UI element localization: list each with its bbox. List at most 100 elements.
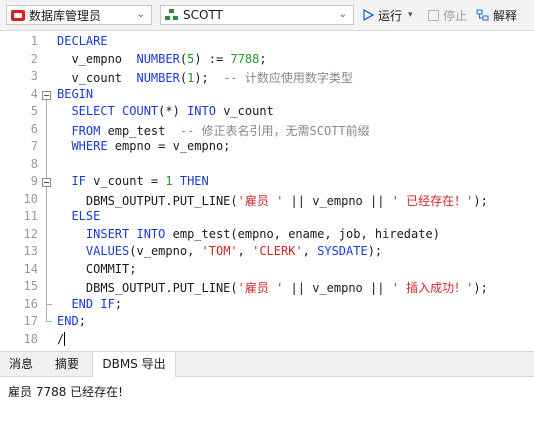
text-cursor [64, 332, 66, 346]
line-number: 13 [23, 244, 38, 258]
code-text: DECLARE [57, 34, 108, 48]
tab-summary[interactable]: 摘要 [46, 352, 88, 377]
fold-collapse-icon[interactable] [42, 178, 51, 187]
code-line[interactable]: 5 SELECT COUNT(*) INTO v_count [0, 104, 534, 121]
code-text: ELSE [57, 209, 100, 223]
schema-select[interactable]: SCOTT ⌄ [160, 5, 354, 25]
code-line[interactable]: 2 v_empno NUMBER(5) := 7788; [0, 52, 534, 69]
string-token: 'CLERK' [252, 244, 303, 258]
connection-label: 数据库管理员 [29, 8, 102, 23]
code-line[interactable]: 3 v_count NUMBER(1); -- 计数应使用数字类型 [0, 69, 534, 86]
code-token: ( [179, 71, 188, 85]
code-token: v_count [57, 71, 137, 85]
explain-icon [476, 9, 489, 21]
keyword-token: WHERE [71, 139, 108, 153]
keyword-token: NUMBER [136, 71, 180, 85]
run-label: 运行 [378, 8, 403, 23]
keyword-token: ELSE [71, 209, 101, 223]
stop-icon [428, 9, 439, 21]
code-text: FROM emp_test -- 修正表名引用，无需SCOTT前缀 [57, 122, 369, 139]
code-line[interactable]: 1 DECLARE [0, 34, 534, 51]
code-token: v_count = [85, 174, 166, 188]
code-line[interactable]: 9 IF v_count = 1 THEN [0, 174, 534, 191]
line-number: 17 [23, 314, 38, 328]
code-text: v_empno NUMBER(5) := 7788; [57, 51, 267, 66]
line-number: 7 [30, 139, 38, 153]
line-number: 3 [30, 69, 38, 83]
code-token: ( [179, 51, 188, 66]
string-token: '雇员 ' [237, 281, 284, 295]
explain-button[interactable]: 解释 [476, 7, 517, 23]
sql-editor[interactable]: 1 DECLARE 2 v_empno NUMBER(5) := 7788; 3 v_… [0, 31, 534, 351]
code-text: IF v_count = 1 THEN [57, 174, 208, 188]
stop-button[interactable]: 停止 [428, 7, 467, 23]
line-number: 1 [30, 34, 38, 48]
line-number: 10 [23, 191, 38, 206]
line-number: 6 [30, 121, 38, 136]
keyword-token: SELECT COUNT [71, 104, 159, 118]
string-token: ' 已经存在！' [391, 193, 474, 208]
code-token: ; [78, 314, 86, 328]
code-text: SELECT COUNT(*) INTO v_count [57, 104, 273, 118]
code-text: DBMS_OUTPUT.PUT_LINE('雇员 ' || v_empno ||… [57, 279, 488, 296]
code-line[interactable]: 8 [0, 157, 534, 174]
code-line[interactable]: 13 VALUES(v_empno, 'TOM', 'CLERK', SYSDA… [0, 244, 534, 261]
keyword-token: IF [71, 174, 86, 188]
tab-dbms-output[interactable]: DBMS 导出 [92, 352, 176, 378]
string-token: ' 插入成功！' [391, 281, 474, 295]
tab-messages[interactable]: 消息 [0, 352, 42, 377]
code-line[interactable]: 15 DBMS_OUTPUT.PUT_LINE('雇员 ' || v_empno… [0, 279, 534, 296]
code-line[interactable]: 18 / [0, 332, 534, 349]
output-text: 雇员 7788 已经存在! [8, 385, 123, 399]
keyword-token: BEGIN [57, 86, 94, 101]
code-line[interactable]: 10 DBMS_OUTPUT.PUT_LINE('雇员 ' || v_empno… [0, 192, 534, 209]
run-dropdown-icon[interactable]: ▾ [408, 10, 413, 20]
fold-end-marker [46, 314, 52, 322]
keyword-token: NUMBER [136, 51, 180, 66]
line-number: 14 [23, 261, 38, 276]
keyword-token: END [57, 314, 79, 328]
code-token: ; [259, 51, 267, 66]
code-line[interactable]: 4 BEGIN [0, 87, 534, 104]
code-token: empno = v_empno; [107, 139, 231, 153]
fold-collapse-icon[interactable] [42, 90, 51, 100]
toolbar: 数据库管理员 ⌄ SCOTT ⌄ 运行 ▾ 停止 解释 [0, 0, 534, 31]
code-token: v_empno [57, 51, 137, 66]
number-token: 7788 [230, 51, 260, 66]
code-token: , [302, 244, 318, 258]
keyword-token: SYSDATE [317, 244, 368, 258]
code-token: , [237, 244, 253, 258]
output-tabs: 消息 摘要 DBMS 导出 [0, 351, 534, 378]
code-line[interactable]: 7 WHERE empno = v_empno; [0, 139, 534, 156]
code-token: (*) [158, 104, 188, 118]
keyword-token: FROM [71, 123, 101, 138]
line-number: 9 [30, 174, 38, 188]
string-token: 'TOM' [201, 244, 238, 258]
code-text: INSERT INTO emp_test(empno, ename, job, … [57, 227, 440, 241]
comment-token: -- 计数应使用数字类型 [223, 71, 353, 85]
run-button[interactable]: 运行 ▾ [362, 7, 413, 23]
code-line[interactable]: 11 ELSE [0, 209, 534, 226]
code-text: v_count NUMBER(1); -- 计数应使用数字类型 [57, 69, 353, 86]
keyword-token: DECLARE [57, 34, 108, 48]
chevron-down-icon: ⌄ [338, 9, 347, 20]
code-line[interactable]: 17 END; [0, 314, 534, 331]
schema-label: SCOTT [183, 8, 223, 22]
line-number: 12 [23, 226, 38, 241]
code-line[interactable]: 14 COMMIT; [0, 262, 534, 279]
connection-select[interactable]: 数据库管理员 ⌄ [6, 5, 152, 25]
code-line[interactable]: 12 INSERT INTO emp_test(empno, ename, jo… [0, 227, 534, 244]
code-line[interactable]: 16 END IF; [0, 296, 534, 314]
chevron-down-icon: ⌄ [136, 9, 145, 20]
code-text: END; [57, 314, 86, 328]
line-number: 16 [23, 296, 38, 311]
code-line[interactable]: 6 FROM emp_test -- 修正表名引用，无需SCOTT前缀 [0, 122, 534, 139]
line-number: 2 [30, 51, 38, 66]
